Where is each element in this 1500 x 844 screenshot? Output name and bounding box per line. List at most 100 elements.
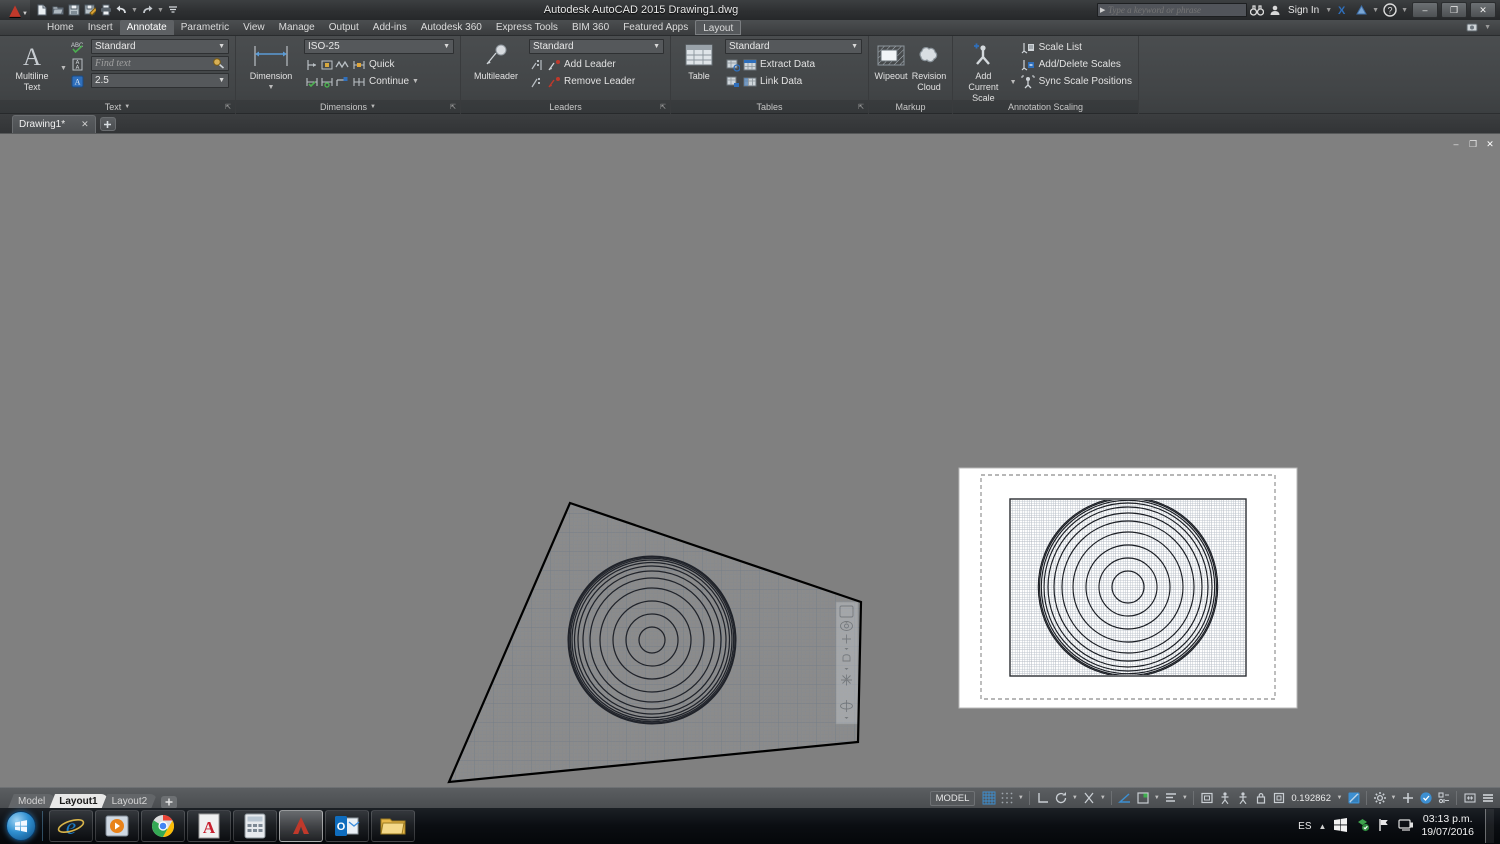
dimension-style-combo[interactable]: ISO-25 ▼ — [304, 39, 454, 54]
infocenter-search[interactable]: ▶ — [1097, 3, 1248, 17]
quick-dimension-button[interactable]: Quick — [349, 56, 397, 73]
polar-dropdown-icon[interactable]: ▼ — [1070, 795, 1079, 801]
help-icon[interactable]: ? — [1382, 2, 1398, 18]
taskbar-media-player[interactable] — [95, 810, 139, 842]
application-menu-button[interactable]: ▲ ▼ — [0, 0, 30, 20]
start-button[interactable] — [0, 809, 42, 843]
chevron-down-icon[interactable]: ▼ — [443, 43, 450, 50]
table-button[interactable]: Table — [675, 39, 723, 82]
multileader-style-combo[interactable]: Standard ▼ — [529, 39, 664, 54]
text-height-combo[interactable]: 2.5 ▼ — [90, 73, 229, 88]
taskbar-google-chrome[interactable] — [141, 810, 185, 842]
panel-title-text[interactable]: Text ▼ ⇱ — [0, 100, 235, 114]
hardware-acceleration-icon[interactable] — [1345, 790, 1362, 807]
new-drawing-tab-button[interactable] — [99, 117, 116, 131]
menu-icon[interactable] — [1479, 790, 1496, 807]
tab-manage[interactable]: Manage — [272, 20, 322, 35]
chevron-down-icon[interactable]: ▼ — [851, 43, 858, 50]
remove-leader-button[interactable]: Remove Leader — [544, 73, 637, 90]
annotation-autoscale-icon[interactable] — [1234, 790, 1251, 807]
space-toggle-button[interactable]: MODEL — [929, 790, 976, 806]
taskbar-calculator[interactable] — [233, 810, 277, 842]
add-current-scale-dropdown-icon[interactable]: ▼ — [1010, 79, 1017, 98]
annotation-visibility-dropdown-icon[interactable]: ▼ — [1180, 795, 1189, 801]
revision-cloud-button[interactable]: Revision Cloud — [910, 39, 948, 93]
multileader-align-icon[interactable] — [529, 57, 544, 72]
fullscreen-icon[interactable] — [1461, 790, 1478, 807]
graphics-performance-icon[interactable] — [1399, 790, 1416, 807]
taskbar-file-explorer[interactable] — [371, 810, 415, 842]
panel-title-dimensions[interactable]: Dimensions ▼ ⇱ — [236, 100, 460, 114]
chevron-down-icon[interactable]: ▼ — [412, 78, 419, 85]
tab-parametric[interactable]: Parametric — [174, 20, 236, 35]
add-current-scale-button[interactable]: Add Current Scale — [957, 39, 1010, 104]
chevron-down-icon[interactable]: ▼ — [124, 104, 130, 110]
redo-icon[interactable] — [140, 3, 155, 18]
save-as-icon[interactable] — [82, 3, 97, 18]
snap-mode-icon[interactable] — [998, 790, 1015, 807]
dimspace-icon[interactable] — [319, 57, 334, 72]
tab-annotate[interactable]: Annotate — [119, 20, 174, 35]
polar-tracking-icon[interactable] — [1052, 790, 1069, 807]
chevron-down-icon[interactable]: ▼ — [218, 77, 225, 84]
tab-layout[interactable]: Layout — [695, 20, 742, 35]
save-icon[interactable] — [66, 3, 81, 18]
autodesk-exchange-icon[interactable]: X — [1335, 2, 1351, 18]
wipeout-button[interactable]: Wipeout — [873, 39, 909, 82]
tab-bim-360[interactable]: BIM 360 — [565, 20, 616, 35]
taskbar-internet-explorer[interactable]: e — [49, 810, 93, 842]
plot-icon[interactable] — [98, 3, 113, 18]
isolate-objects-icon[interactable] — [1270, 790, 1287, 807]
tab-express-tools[interactable]: Express Tools — [489, 20, 565, 35]
tray-language-indicator[interactable]: ES — [1298, 821, 1311, 832]
sign-in-button[interactable]: Sign In — [1285, 5, 1322, 16]
workspace-settings-icon[interactable] — [1371, 790, 1388, 807]
multileader-button[interactable]: Multileader — [465, 39, 527, 82]
tables-panel-dialog-launcher[interactable]: ⇱ — [858, 103, 864, 111]
snap-dropdown-icon[interactable]: ▼ — [1016, 795, 1025, 801]
dim-update-icon[interactable] — [304, 74, 319, 89]
annotation-scale-person-icon[interactable] — [1216, 790, 1233, 807]
show-hidden-icons-icon[interactable]: ▲ — [1319, 822, 1327, 831]
panel-title-annotation-scaling[interactable]: Annotation Scaling — [953, 100, 1138, 114]
workspace-switch-icon[interactable] — [1465, 19, 1481, 35]
text-style-combo[interactable]: Standard ▼ — [90, 39, 229, 54]
clean-screen-icon[interactable] — [1417, 790, 1434, 807]
tray-windows-update-icon[interactable] — [1333, 817, 1348, 835]
add-leader-button[interactable]: Add Leader — [544, 56, 618, 73]
tab-view[interactable]: View — [236, 20, 272, 35]
table-style-combo[interactable]: Standard ▼ — [725, 39, 862, 54]
drawing-canvas[interactable]: – ❐ ✕ — [0, 134, 1500, 787]
dimbreak-icon[interactable] — [334, 57, 349, 72]
panel-title-markup[interactable]: Markup — [869, 100, 952, 114]
dimension-button[interactable]: Dimension ▼ — [240, 39, 302, 93]
dim-reassociate-icon[interactable] — [319, 74, 334, 89]
tray-clock[interactable]: 03:13 p.m. 19/07/2016 — [1421, 813, 1474, 839]
taskbar-autocad[interactable] — [279, 810, 323, 842]
multiline-text-button[interactable]: A Multiline Text — [4, 39, 60, 93]
find-text-magnifier-icon[interactable] — [212, 57, 225, 71]
find-text-icon[interactable]: AA — [70, 57, 85, 72]
leaders-panel-dialog-launcher[interactable]: ⇱ — [660, 103, 666, 111]
scale-list-button[interactable]: Scale List — [1019, 39, 1134, 56]
dimensions-panel-dialog-launcher[interactable]: ⇱ — [450, 103, 456, 111]
layout-tab-layout2[interactable]: Layout2 — [102, 794, 158, 809]
undo-dropdown-icon[interactable]: ▼ — [130, 7, 139, 14]
text-panel-dropdown-icon[interactable]: ▼ — [60, 65, 67, 72]
tray-dropbox-icon[interactable] — [1355, 817, 1370, 835]
tab-featured-apps[interactable]: Featured Apps — [616, 20, 695, 35]
taskbar-adobe-reader[interactable]: A — [187, 810, 231, 842]
multileader-collect-icon[interactable] — [529, 74, 544, 89]
object-snap-icon[interactable] — [1080, 790, 1097, 807]
extract-data-button[interactable]: Extract Data — [740, 56, 817, 73]
tray-action-flag-icon[interactable] — [1377, 818, 1391, 835]
user-icon[interactable] — [1267, 2, 1283, 18]
tab-insert[interactable]: Insert — [81, 20, 120, 35]
panel-title-tables[interactable]: Tables ⇱ — [671, 100, 868, 114]
chevron-down-icon[interactable]: ▼ — [218, 43, 225, 50]
tab-output[interactable]: Output — [322, 20, 366, 35]
new-icon[interactable] — [34, 3, 49, 18]
file-tab-drawing1[interactable]: Drawing1* ✕ — [12, 115, 96, 133]
panel-title-leaders[interactable]: Leaders ⇱ — [461, 100, 670, 114]
layout-tab-model[interactable]: Model — [8, 794, 55, 809]
